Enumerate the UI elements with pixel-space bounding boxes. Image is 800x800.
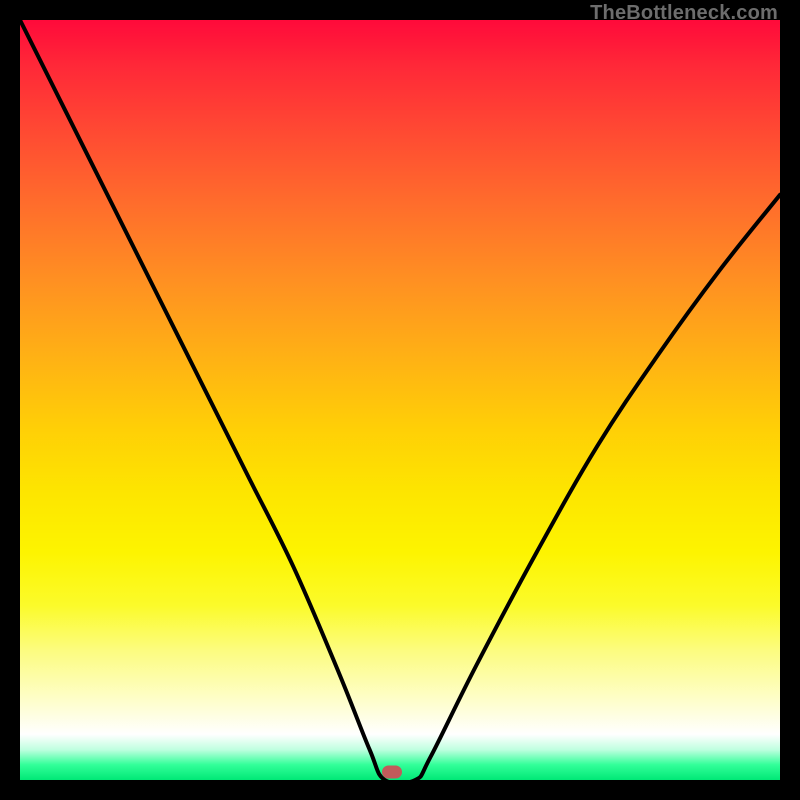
- plot-area: [20, 20, 780, 780]
- chart-frame: TheBottleneck.com: [0, 0, 800, 800]
- optimum-marker: [382, 766, 402, 779]
- watermark-text: TheBottleneck.com: [590, 2, 778, 25]
- chart-svg: [20, 20, 780, 780]
- bottleneck-curve-path: [20, 20, 780, 780]
